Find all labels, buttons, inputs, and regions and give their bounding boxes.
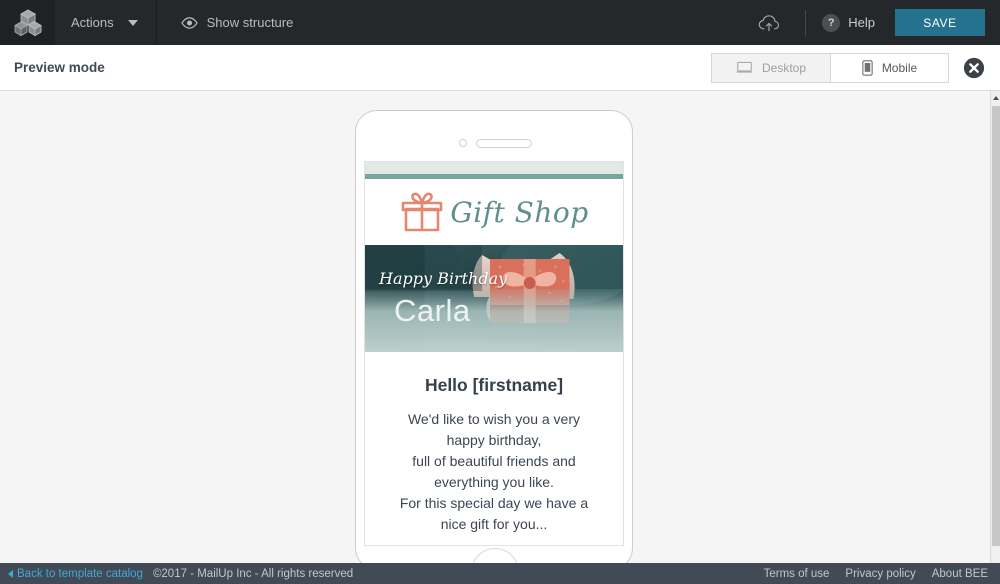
desktop-icon	[736, 61, 753, 73]
footer-links: Terms of use Privacy policy About BEE	[764, 568, 1000, 580]
tab-mobile-label: Mobile	[881, 60, 918, 75]
upload-button[interactable]	[749, 0, 789, 45]
tab-mobile-preview[interactable]: Mobile	[830, 53, 948, 82]
chevron-down-icon	[127, 19, 138, 26]
save-button[interactable]: SAVE	[895, 9, 985, 36]
actions-label: Actions	[71, 15, 114, 30]
tab-desktop-label: Desktop	[761, 60, 807, 75]
back-to-catalog-label: Back to template catalog	[17, 567, 143, 580]
email-logo-text: Gift Shop	[450, 195, 589, 229]
cloud-upload-icon	[758, 14, 780, 31]
email-paragraph-line: happy birthday,	[446, 432, 542, 448]
question-mark-icon: ?	[822, 13, 841, 32]
help-label: Help	[848, 15, 875, 30]
phone-home-button	[471, 548, 519, 563]
page-title: Preview mode	[14, 60, 105, 75]
eye-icon	[180, 16, 198, 29]
show-structure-button[interactable]: Show structure	[157, 0, 294, 45]
mobile-icon	[862, 59, 873, 76]
email-hero-banner: Happy Birthday Carla	[365, 245, 623, 352]
copyright-text: ©2017 - MailUp Inc - All rights reserved	[152, 567, 354, 580]
footer-bar: Back to template catalog ©2017 - MailUp …	[0, 563, 1000, 584]
email-heading: Hello [firstname]	[424, 375, 564, 395]
bee-cubes-logo	[13, 9, 42, 36]
chevron-left-icon	[8, 569, 13, 578]
actions-menu-button[interactable]: Actions	[55, 0, 157, 45]
close-icon[interactable]	[963, 57, 985, 79]
email-paragraph-line: We'd like to wish you a very	[407, 411, 581, 427]
app-logo[interactable]	[0, 0, 55, 45]
hero-name-text: Carla	[394, 293, 471, 328]
preview-toolbar: Preview mode Desktop Mobile	[0, 45, 1000, 91]
show-structure-label: Show structure	[206, 15, 294, 30]
about-bee-link[interactable]: About BEE	[932, 568, 988, 580]
toolbar-divider	[805, 9, 807, 36]
email-top-band	[365, 162, 623, 179]
phone-camera-icon	[459, 139, 467, 147]
vertical-scrollbar[interactable]	[990, 91, 1000, 563]
email-paragraph-line: For this special day we have a	[399, 495, 589, 511]
privacy-policy-link[interactable]: Privacy policy	[845, 568, 915, 580]
email-paragraph-line: everything you like.	[434, 474, 554, 490]
email-body: Hello [firstname] We'd like to wish you …	[365, 352, 623, 545]
chevron-up-icon[interactable]	[991, 91, 1000, 104]
help-button[interactable]: ? Help	[822, 0, 879, 45]
device-toggle-group: Desktop Mobile	[711, 52, 949, 83]
email-paragraph: We'd like to wish you a very happy birth…	[377, 409, 611, 535]
tab-desktop-preview[interactable]: Desktop	[712, 54, 830, 82]
terms-of-use-link[interactable]: Terms of use	[764, 568, 830, 580]
email-preview: Gift Shop Happy Birthday Carla Hello [fi…	[364, 161, 624, 546]
preview-canvas: Gift Shop Happy Birthday Carla Hello [fi…	[0, 91, 990, 563]
phone-speaker-icon	[476, 139, 532, 148]
top-toolbar: Actions Show structure ? Help SAVE	[0, 0, 1000, 45]
scrollbar-thumb[interactable]	[992, 106, 1000, 546]
back-to-catalog-link[interactable]: Back to template catalog	[0, 568, 143, 580]
email-paragraph-line: full of beautiful friends and	[412, 453, 576, 469]
gift-box-icon	[402, 192, 443, 232]
email-paragraph-line: nice gift for you...	[440, 516, 548, 532]
email-logo-row: Gift Shop	[365, 179, 623, 245]
mobile-device-frame: Gift Shop Happy Birthday Carla Hello [fi…	[355, 110, 633, 563]
hero-script-text: Happy Birthday	[379, 269, 508, 288]
